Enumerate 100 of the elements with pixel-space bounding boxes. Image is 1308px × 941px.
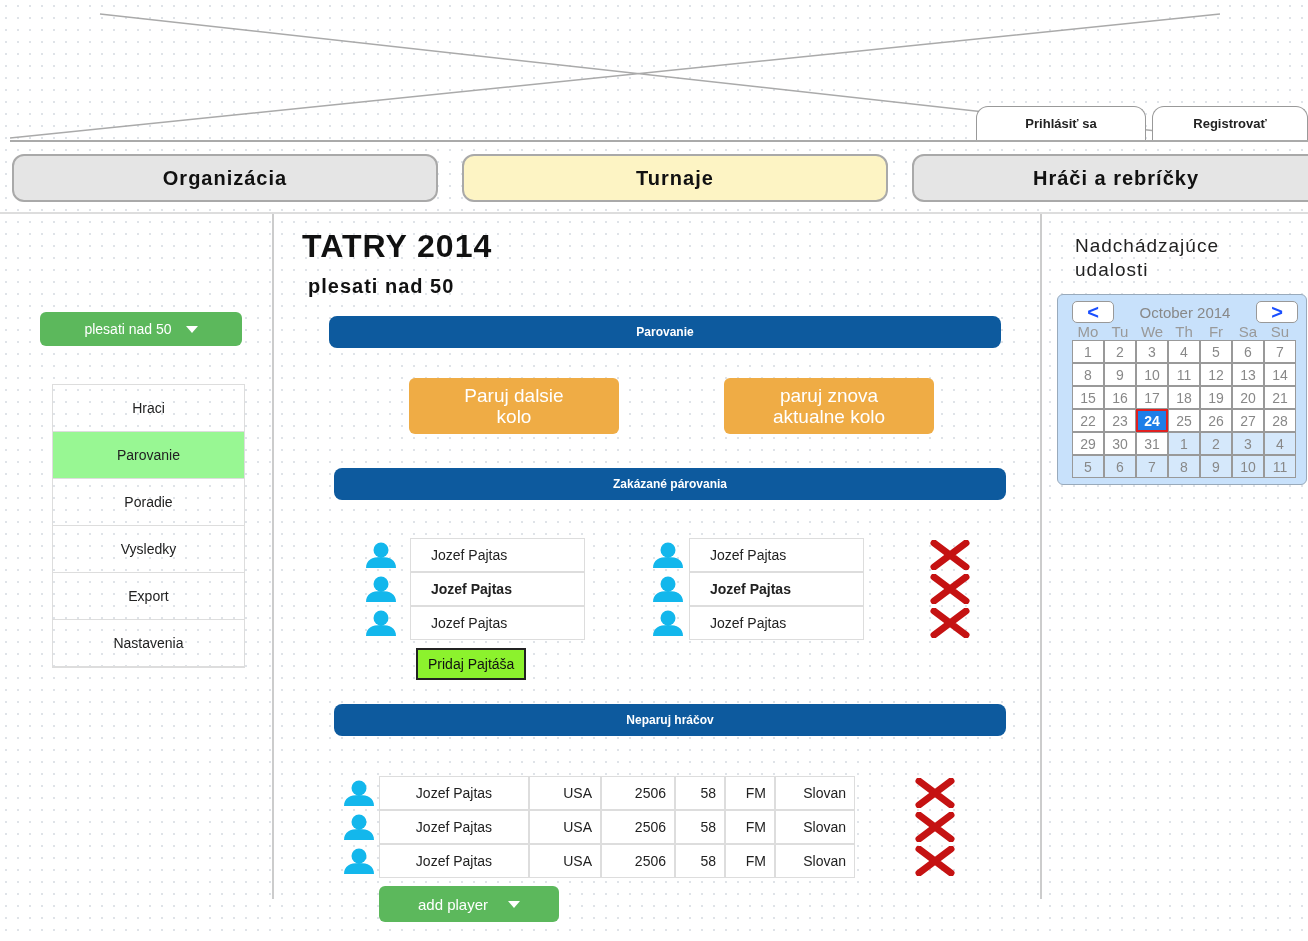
calendar-day[interactable]: 5 [1200,340,1232,363]
page-subtitle: plesati nad 50 [308,275,456,298]
calendar-day[interactable]: 19 [1200,386,1232,409]
person-icon [652,576,684,602]
calendar-day[interactable]: 22 [1072,409,1104,432]
add-partner-button[interactable]: Pridaj Pajtáša [416,648,527,680]
table-cell: Slovan [775,776,855,810]
calendar-day[interactable]: 4 [1168,340,1200,363]
calendar-day[interactable]: 25 [1168,409,1200,432]
calendar-day[interactable]: 17 [1136,386,1168,409]
calendar-day[interactable]: 23 [1104,409,1136,432]
player-cell: Jozef Pajtas [410,538,585,572]
nav-tab[interactable]: Turnaje [462,154,888,202]
delete-icon[interactable] [930,540,970,570]
person-icon [365,542,397,568]
calendar-day[interactable]: 9 [1200,455,1232,478]
calendar-day[interactable]: 29 [1072,432,1104,455]
month-label: October 2014 [1139,303,1231,321]
sidebar-item[interactable]: Vysledky [53,526,244,573]
table-cell: USA [529,844,601,878]
calendar-day[interactable]: 24 [1136,409,1168,432]
section-header: Zakázané párovania [334,468,1006,500]
calendar-day[interactable]: 6 [1232,340,1264,363]
calendar-day[interactable]: 2 [1104,340,1136,363]
table-cell: Slovan [775,810,855,844]
auth-button[interactable]: Prihlásiť sa [976,106,1146,140]
sidebar-item[interactable]: Poradie [53,479,244,526]
calendar-day[interactable]: 16 [1104,386,1136,409]
calendar-day[interactable]: 15 [1072,386,1104,409]
category-dropdown[interactable]: plesati nad 50 [40,312,242,346]
calendar-day[interactable]: 26 [1200,409,1232,432]
calendar-day[interactable]: 27 [1232,409,1264,432]
weekday-label: Tu [1110,323,1130,340]
table-cell: Slovan [775,844,855,878]
table-cell: 58 [675,776,725,810]
table-cell: USA [529,810,601,844]
sidebar-item[interactable]: Parovanie [53,432,244,479]
calendar-day[interactable]: 13 [1232,363,1264,386]
calendar-day[interactable]: 6 [1104,455,1136,478]
pair-button[interactable]: Paruj dalsie kolo [409,378,619,434]
delete-icon[interactable] [915,846,955,876]
page-title: TATRY 2014 [302,228,494,265]
calendar-day[interactable]: 30 [1104,432,1136,455]
calendar-day[interactable]: 1 [1072,340,1104,363]
person-icon [343,814,375,840]
weekday-label: Mo [1076,323,1100,340]
delete-icon[interactable] [915,812,955,842]
table-cell: 58 [675,810,725,844]
calendar-day[interactable]: 14 [1264,363,1296,386]
section-header: Neparuj hráčov [334,704,1006,736]
calendar-day[interactable]: 12 [1200,363,1232,386]
auth-button[interactable]: Registrovať [1152,106,1308,140]
nav-tab[interactable]: Organizácia [12,154,438,202]
sidebar-item[interactable]: Export [53,573,244,620]
next-month-button[interactable]: > [1256,301,1298,323]
calendar-day[interactable]: 1 [1168,432,1200,455]
calendar-day[interactable]: 4 [1264,432,1296,455]
table-cell: 2506 [601,776,675,810]
calendar-day[interactable]: 3 [1136,340,1168,363]
calendar-day[interactable]: 5 [1072,455,1104,478]
table-cell: Jozef Pajtas [379,776,529,810]
person-icon [652,610,684,636]
sidebar-item[interactable]: Nastavenia [53,620,244,667]
calendar-day[interactable]: 11 [1168,363,1200,386]
calendar-day[interactable]: 28 [1264,409,1296,432]
calendar-day[interactable]: 8 [1072,363,1104,386]
prev-month-button[interactable]: < [1072,301,1114,323]
caret-icon [185,325,198,333]
calendar-day[interactable]: 7 [1136,455,1168,478]
calendar-day[interactable]: 31 [1136,432,1168,455]
table-cell: Jozef Pajtas [379,810,529,844]
player-cell: Jozef Pajtas [689,572,864,606]
player-cell: Jozef Pajtas [410,606,585,640]
calendar-day[interactable]: 20 [1232,386,1264,409]
events-title: Nadchádzajúce udalosti [1075,234,1220,282]
calendar-day[interactable]: 10 [1232,455,1264,478]
calendar-day[interactable]: 8 [1168,455,1200,478]
calendar-day[interactable]: 3 [1232,432,1264,455]
calendar-day[interactable]: 7 [1264,340,1296,363]
table-cell: 2506 [601,844,675,878]
table-cell: 58 [675,844,725,878]
add-player-dropdown[interactable]: add player [379,886,559,922]
table-cell: FM [725,776,775,810]
weekday-label: Su [1269,323,1291,340]
calendar-day[interactable]: 10 [1136,363,1168,386]
calendar-day[interactable]: 11 [1264,455,1296,478]
delete-icon[interactable] [915,778,955,808]
weekday-label: Fr [1207,323,1225,340]
weekday-label: We [1139,323,1165,340]
person-icon [365,576,397,602]
nav-tab[interactable]: Hráči a rebríčky [912,154,1308,202]
calendar-day[interactable]: 21 [1264,386,1296,409]
pair-button[interactable]: paruj znova aktualne kolo [724,378,934,434]
player-cell: Jozef Pajtas [689,606,864,640]
calendar-day[interactable]: 18 [1168,386,1200,409]
delete-icon[interactable] [930,574,970,604]
calendar-day[interactable]: 2 [1200,432,1232,455]
calendar-day[interactable]: 9 [1104,363,1136,386]
weekday-label: Th [1174,323,1194,340]
delete-icon[interactable] [930,608,970,638]
